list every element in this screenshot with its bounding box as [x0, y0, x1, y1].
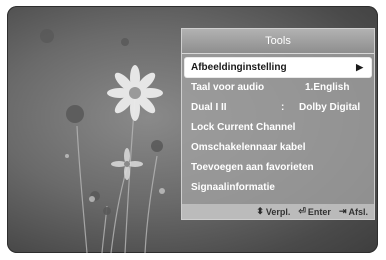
menu-item-label: Omschakelennaar kabel [191, 142, 306, 153]
menu-item-taal-voor-audio[interactable]: Taal voor audio 1.English [185, 78, 371, 97]
menu-item-afbeeldinginstelling[interactable]: Afbeeldinginstelling ▶ [185, 58, 371, 77]
menu-item-toevoegen-aan-favorieten[interactable]: Toevoegen aan favorieten [185, 158, 371, 177]
menu-item-signaalinformatie[interactable]: Signaalinformatie [185, 178, 371, 197]
enter-hint: ⏎ Enter [298, 206, 331, 217]
menu-item-label: Lock Current Channel [191, 122, 296, 133]
right-arrow-icon: ▶ [356, 62, 363, 72]
menu-items: Afbeeldinginstelling ▶ Taal voor audio 1… [182, 54, 374, 197]
menu-item-value: Dolby Digital [299, 102, 361, 113]
enter-hint-label: Enter [307, 206, 331, 217]
menu-item-lock-current-channel[interactable]: Lock Current Channel [185, 118, 371, 137]
updown-arrows-icon: ⬍ [256, 206, 264, 216]
menu-footer: ⬍ Verpl. ⏎ Enter ⇥ Afsl. [182, 204, 374, 219]
enter-icon: ⏎ [298, 206, 306, 216]
menu-item-value: 1.English [305, 82, 350, 93]
tools-menu: Tools Afbeeldinginstelling ▶ Taal voor a… [181, 28, 375, 220]
menu-item-omschakelen-naar-kabel[interactable]: Omschakelennaar kabel [185, 138, 371, 157]
menu-item-dual[interactable]: Dual I II : Dolby Digital [185, 98, 371, 117]
menu-item-separator: : [281, 102, 285, 113]
move-hint-label: Verpl. [265, 206, 291, 217]
menu-item-label: Toevoegen aan favorieten [191, 162, 314, 173]
tv-screen: Tools Afbeeldinginstelling ▶ Taal voor a… [7, 6, 378, 253]
menu-item-label: Signaalinformatie [191, 182, 275, 193]
exit-icon: ⇥ [338, 206, 347, 216]
exit-hint: ⇥ Afsl. [339, 206, 368, 217]
menu-item-label: Afbeeldinginstelling [191, 62, 287, 73]
menu-item-label: Taal voor audio [191, 82, 265, 93]
exit-hint-label: Afsl. [348, 206, 368, 217]
menu-item-label: Dual I II [191, 102, 227, 113]
menu-title: Tools [182, 29, 374, 54]
move-hint: ⬍ Verpl. [256, 206, 290, 217]
